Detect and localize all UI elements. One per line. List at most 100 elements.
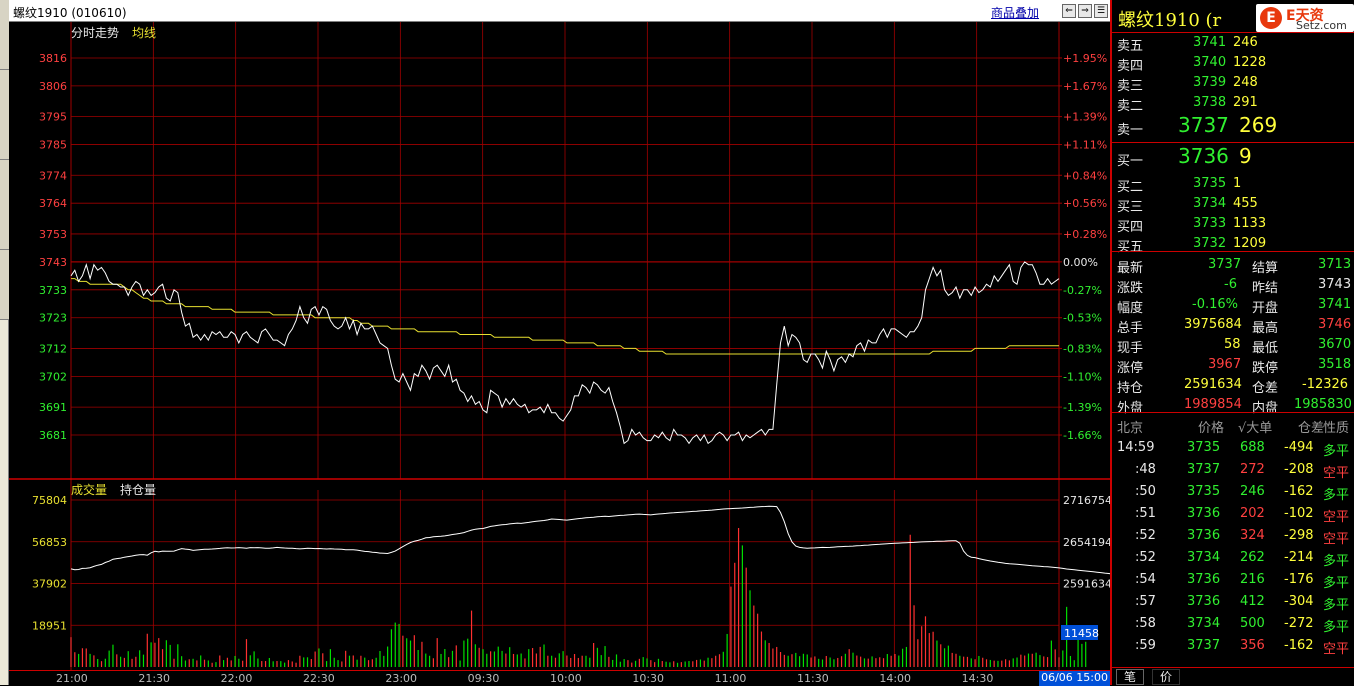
pct-tick-label: +0.56%: [1063, 197, 1107, 210]
price-tick-label: 3806: [39, 80, 67, 93]
tick-oi-change: -214: [1284, 550, 1314, 565]
time-tick-label: 09:30: [467, 672, 500, 685]
ask-level-label: 卖一: [1117, 123, 1144, 138]
stat-row: 持仓 2591634 仓差 -12326: [1112, 374, 1354, 396]
overlay-products-link[interactable]: 商品叠加: [991, 4, 1039, 21]
stat-value: 2591634: [1184, 377, 1242, 392]
pct-tick-label: +1.11%: [1063, 139, 1107, 152]
price-tick-label: 3691: [39, 401, 67, 414]
tick-nature: 多平: [1323, 444, 1350, 459]
quote-instrument-name: 螺纹1910 (r: [1118, 10, 1222, 31]
price-tick-label: 3795: [39, 111, 67, 124]
scroll-right-button[interactable]: ⇒: [1078, 4, 1092, 18]
tick-time: :58: [1135, 616, 1156, 631]
chart-grid: [9, 22, 1110, 670]
tick-oi-change: -162: [1284, 484, 1314, 499]
tick-time: :57: [1135, 594, 1156, 609]
tick-time: :51: [1135, 506, 1156, 521]
menu-button[interactable]: ☰: [1094, 4, 1108, 18]
pct-tick-label: +1.39%: [1063, 111, 1107, 124]
chart-title-bar: 螺纹1910 (010610) 商品叠加 ⇐ ⇒ ☰: [9, 0, 1110, 22]
side-tab-1[interactable]: [0, 0, 9, 70]
tick-time: :52: [1135, 550, 1156, 565]
stat-row: 涨跌 -6 昨结 3743: [1112, 274, 1354, 296]
logo-icon: E: [1260, 7, 1282, 29]
price-tick-label: 3816: [39, 52, 67, 65]
tick-nature: 多平: [1323, 554, 1350, 569]
stat-value: 1989854: [1184, 397, 1242, 412]
bottom-tabs: 笔 价: [1112, 667, 1354, 685]
side-tab-2[interactable]: [0, 70, 9, 160]
tick-volume: 216: [1240, 572, 1265, 587]
tick-header-nature: 性质: [1323, 421, 1350, 436]
tick-oi-change: -102: [1284, 506, 1314, 521]
time-tick-label: 21:00: [56, 672, 88, 685]
pct-tick-label: +0.84%: [1063, 169, 1107, 182]
tick-volume: 272: [1240, 462, 1265, 477]
stats-ticks-divider: [1112, 412, 1354, 413]
bid-row: 买三 3734 455: [1112, 193, 1354, 215]
stat-value: 3737: [1208, 257, 1242, 272]
tick-row: :50 3735 246 -162 多平: [1112, 481, 1354, 503]
scroll-left-button[interactable]: ⇐: [1062, 4, 1076, 18]
tick-nature: 多平: [1323, 488, 1350, 503]
pct-tick-label: -0.53%: [1063, 312, 1102, 325]
time-tick-label: 10:00: [550, 672, 582, 685]
time-tick-label: 22:30: [303, 672, 335, 685]
bid-row: 买一 3736 9: [1112, 144, 1354, 169]
bid-price: 3736: [1178, 144, 1229, 168]
tick-header-price: 价格: [1198, 421, 1225, 436]
stat-value: 3670: [1318, 337, 1352, 352]
price-panel-title: 分时走势: [71, 26, 119, 40]
bid-volume: 1: [1233, 176, 1242, 191]
tick-volume: 412: [1240, 594, 1265, 609]
bid-volume: 455: [1233, 196, 1258, 211]
side-tab-4[interactable]: [0, 250, 9, 320]
stat-row: 现手 58 最低 3670: [1112, 334, 1354, 356]
tick-oi-change: -176: [1284, 572, 1314, 587]
bid-row: 买五 3732 1209: [1112, 233, 1354, 255]
tick-oi-change: -208: [1284, 462, 1314, 477]
tick-volume: 202: [1240, 506, 1265, 521]
volume-tick-label: 37902: [32, 578, 67, 591]
bid-stats-divider: [1112, 251, 1354, 252]
stat-value: 3967: [1208, 357, 1242, 372]
ask-row: 卖一 3737 269: [1112, 113, 1354, 138]
intraday-chart[interactable]: 3816 +1.95% 3806 +1.67% 3795 +1.39% 3785 +1.11%…: [9, 22, 1110, 670]
tick-nature: 空平: [1323, 642, 1350, 657]
pct-tick-label: -0.27%: [1063, 284, 1102, 297]
datetime-display: 06/06 15:00: [1039, 671, 1110, 686]
pct-tick-label: -0.83%: [1063, 342, 1102, 355]
time-tick-label: 11:00: [714, 672, 747, 685]
stat-value: 58: [1224, 337, 1241, 352]
ask-row: 卖三 3739 248: [1112, 72, 1354, 94]
tick-price: 3734: [1187, 616, 1221, 631]
side-tab-3[interactable]: [0, 160, 9, 250]
volume-tick-label: 56853: [32, 536, 67, 549]
ask-bid-divider: [1112, 142, 1354, 143]
ask-volume: 291: [1233, 95, 1258, 110]
tick-price: 3734: [1187, 550, 1221, 565]
tick-volume: 500: [1240, 616, 1265, 631]
tick-row: 14:59 3735 688 -494 多平: [1112, 437, 1354, 459]
tick-nature: 多平: [1323, 576, 1350, 591]
tick-nature: 多平: [1323, 620, 1350, 635]
tick-price: 3736: [1187, 528, 1221, 543]
tab-ticks[interactable]: 笔: [1116, 669, 1144, 685]
tick-row: :48 3737 272 -208 空平: [1112, 459, 1354, 481]
tab-price[interactable]: 价: [1152, 669, 1180, 685]
tick-time: 14:59: [1117, 440, 1155, 455]
tick-row: :52 3736 324 -298 空平: [1112, 525, 1354, 547]
instrument-title: 螺纹1910 (010610): [13, 6, 127, 20]
left-tab-strip: [0, 0, 9, 685]
volume-tick-label: 18951: [32, 619, 67, 632]
stat-value: 3713: [1318, 257, 1352, 272]
ask-row: 卖五 3741 246: [1112, 32, 1354, 54]
oi-tick-label: 2716754: [1063, 494, 1110, 507]
tick-price: 3736: [1187, 572, 1221, 587]
time-tick-label: 23:00: [385, 672, 418, 685]
tick-price: 3736: [1187, 594, 1221, 609]
time-tick-label: 14:30: [961, 672, 994, 685]
tick-volume: 262: [1240, 550, 1265, 565]
time-tick-label: 10:30: [632, 672, 665, 685]
